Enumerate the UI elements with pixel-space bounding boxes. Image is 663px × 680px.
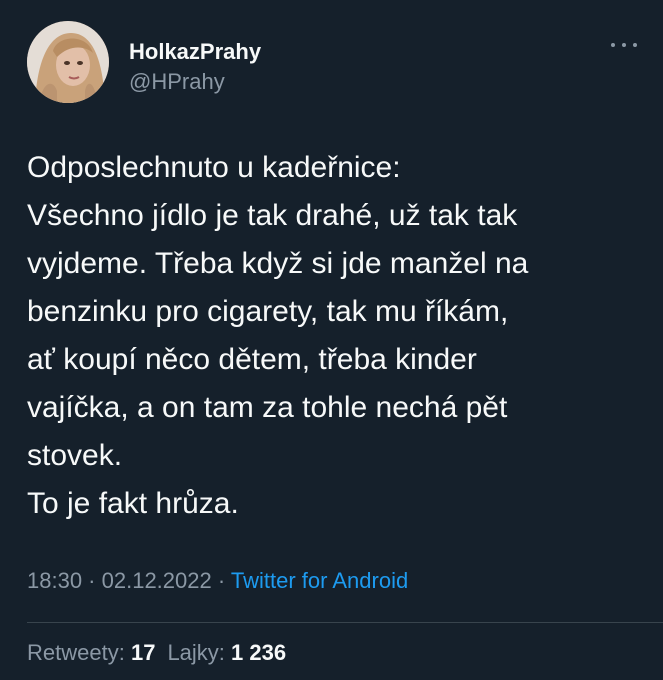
tweet-text-line: Odposlechnuto u kadeřnice: bbox=[27, 151, 401, 184]
tweet-text-line: vajíčka, a on tam za tohle nechá pět bbox=[27, 391, 508, 424]
more-horizontal-icon[interactable] bbox=[611, 40, 637, 50]
tweet-text-line: stovek. bbox=[27, 439, 123, 472]
tweet-time[interactable]: 18:30 bbox=[27, 568, 82, 593]
retweets-stat[interactable]: Retweety: 17 bbox=[27, 640, 155, 665]
divider bbox=[27, 622, 663, 623]
more-dot bbox=[633, 43, 637, 47]
likes-label: Lajky: bbox=[167, 640, 225, 665]
avatar[interactable] bbox=[27, 21, 109, 103]
retweets-count: 17 bbox=[130, 640, 156, 665]
tweet-date[interactable]: 02.12.2022 bbox=[102, 568, 212, 593]
likes-count: 1 236 bbox=[231, 640, 287, 665]
tweet-text: Odposlechnuto u kadeřnice: Všechno jídlo… bbox=[27, 144, 642, 528]
tweet-text-line: benzinku pro cigarety, tak mu říkám, bbox=[27, 295, 509, 328]
retweets-label: Retweety: bbox=[27, 640, 125, 665]
avatar-photo-icon bbox=[27, 21, 109, 103]
likes-stat[interactable]: Lajky: 1 236 bbox=[167, 640, 286, 665]
tweet-card: HolkazPrahy @HPrahy Odposlechnuto u kade… bbox=[0, 0, 663, 680]
tweet-meta: 18:30 · 02.12.2022 · Twitter for Android bbox=[27, 568, 408, 594]
tweet-stats: Retweety: 17 Lajky: 1 236 bbox=[27, 640, 286, 666]
tweet-text-line: Všechno jídlo je tak drahé, už tak tak bbox=[27, 199, 518, 232]
tweet-text-line: vyjdeme. Třeba když si jde manžel na bbox=[27, 247, 529, 280]
meta-separator: · bbox=[211, 568, 231, 593]
more-dot bbox=[622, 43, 626, 47]
tweet-text-line: ať koupí něco dětem, třeba kinder bbox=[27, 343, 477, 376]
more-dot bbox=[611, 43, 615, 47]
meta-separator: · bbox=[82, 568, 102, 593]
tweet-source-link[interactable]: Twitter for Android bbox=[231, 568, 408, 593]
author-display-name[interactable]: HolkazPrahy bbox=[129, 39, 261, 65]
tweet-text-line: To je fakt hrůza. bbox=[27, 487, 239, 520]
author-handle[interactable]: @HPrahy bbox=[129, 69, 225, 95]
